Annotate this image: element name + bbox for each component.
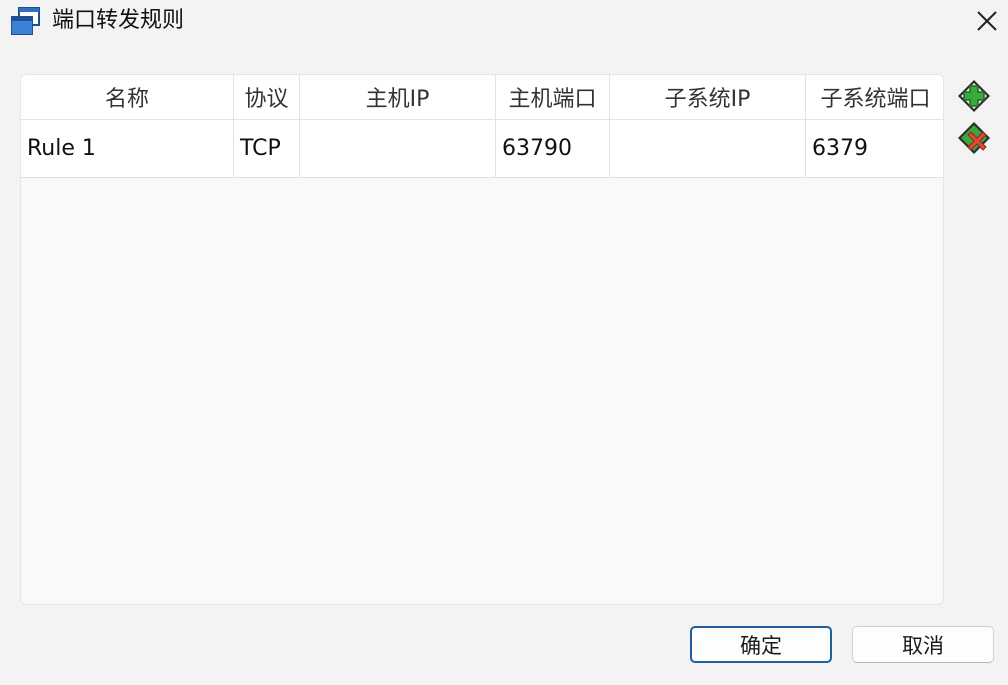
cancel-button[interactable]: 取消	[852, 626, 994, 663]
cell-protocol[interactable]: TCP	[233, 119, 300, 178]
column-header-guest-port[interactable]: 子系统端口	[805, 75, 943, 120]
cell-host-ip[interactable]	[299, 119, 496, 178]
window-title: 端口转发规则	[52, 8, 185, 33]
port-forwarding-table[interactable]: 名称 协议 主机IP 主机端口 子系统IP 子系统端口 Rule 1 TCP 6…	[20, 74, 944, 605]
cell-host-port[interactable]: 63790	[495, 119, 610, 178]
close-button[interactable]	[966, 0, 1008, 42]
column-header-host-ip[interactable]: 主机IP	[299, 75, 496, 120]
cell-guest-ip[interactable]	[609, 119, 806, 178]
column-header-name[interactable]: 名称	[21, 75, 234, 120]
column-header-host-port[interactable]: 主机端口	[495, 75, 610, 120]
cell-guest-port[interactable]: 6379	[805, 119, 943, 178]
table-header-row: 名称 协议 主机IP 主机端口 子系统IP 子系统端口	[21, 75, 943, 120]
title-bar: 端口转发规则	[0, 0, 1008, 44]
close-icon	[977, 11, 997, 31]
ok-button[interactable]: 确定	[690, 626, 832, 663]
remove-rule-icon	[958, 122, 990, 154]
cell-name[interactable]: Rule 1	[21, 119, 234, 178]
column-header-protocol[interactable]: 协议	[233, 75, 300, 120]
remove-rule-button[interactable]	[956, 120, 992, 156]
add-rule-icon	[958, 80, 990, 112]
column-header-guest-ip[interactable]: 子系统IP	[609, 75, 806, 120]
window-copy-icon	[8, 6, 42, 38]
table-row[interactable]: Rule 1 TCP 63790 6379	[21, 119, 943, 178]
add-rule-button[interactable]	[956, 78, 992, 114]
